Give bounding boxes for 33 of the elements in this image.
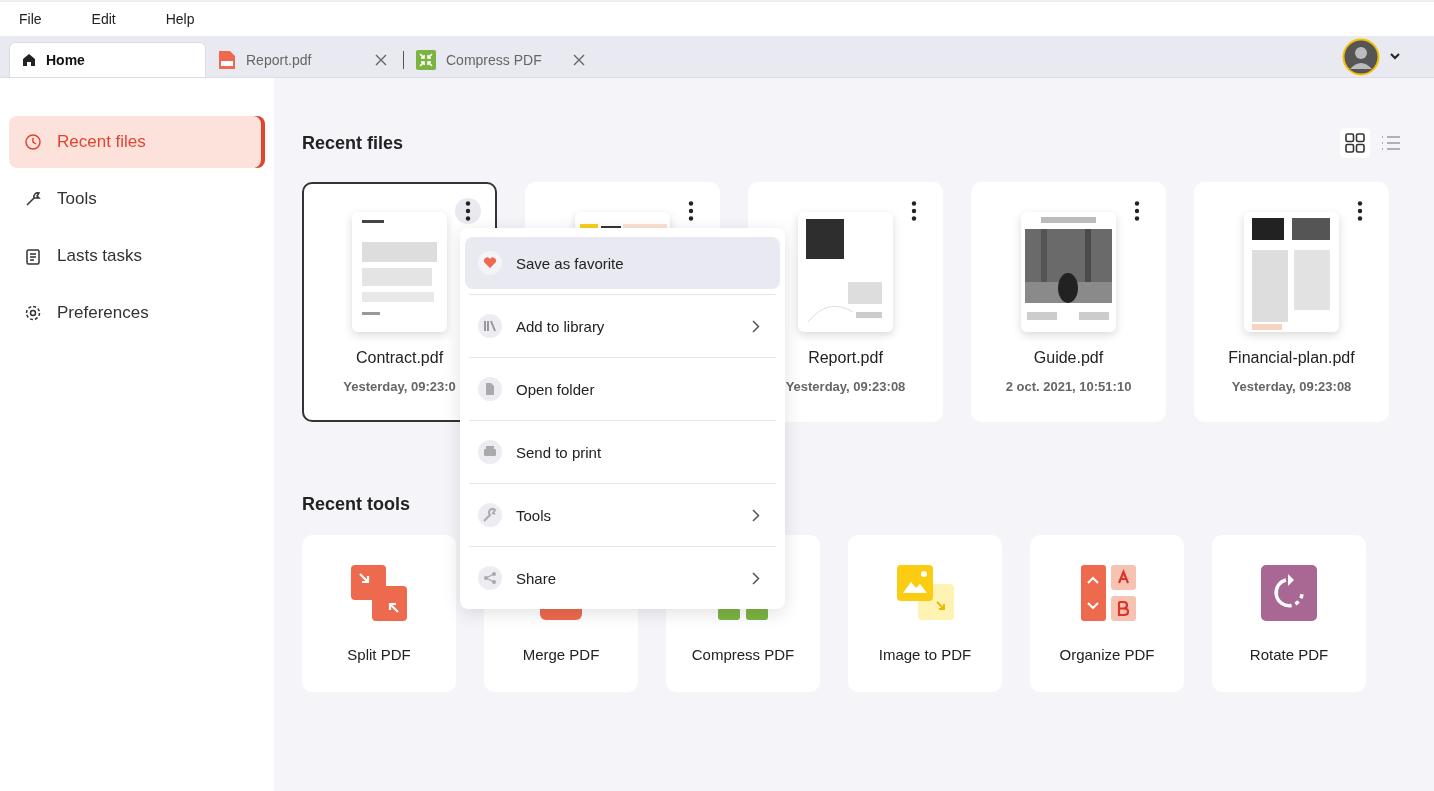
file-name: Financial-plan.pdf xyxy=(1228,349,1355,367)
section-title: Recent files xyxy=(302,132,404,154)
file-date: Yesterday, 09:23:08 xyxy=(1231,379,1352,394)
tool-label: Merge PDF xyxy=(522,646,600,663)
sidebar-item[interactable]: Tools xyxy=(9,173,265,225)
sidebar-item[interactable]: Lasts tasks xyxy=(9,230,265,282)
tool-card[interactable]: Split PDF xyxy=(302,535,456,692)
menu-item[interactable]: Help xyxy=(165,11,195,27)
tool-card[interactable]: Rotate PDF xyxy=(1212,535,1366,692)
file-name: Report.pdf xyxy=(808,349,883,367)
sidebar-item[interactable]: Preferences xyxy=(9,287,265,339)
menu-item[interactable]: Save as favorite xyxy=(465,237,780,289)
tool-label: Compress PDF xyxy=(691,646,795,663)
tool-label: Rotate PDF xyxy=(1249,646,1329,663)
tab[interactable]: Compress PDF xyxy=(404,42,601,77)
tab[interactable]: Report.pdf xyxy=(206,42,403,77)
tool-label: Organize PDF xyxy=(1059,646,1155,663)
file-date: Yesterday, 09:23:0 xyxy=(343,379,456,394)
tool-card[interactable]: Organize PDF xyxy=(1030,535,1184,692)
section-title: Recent tools xyxy=(302,494,411,515)
tool-label: Split PDF xyxy=(347,646,411,663)
menu-item[interactable]: Edit xyxy=(91,11,116,27)
tab[interactable]: Home xyxy=(9,42,206,77)
file-date: Yesterday, 09:23:08 xyxy=(785,379,906,394)
file-date: 2 oct. 2021, 10:51:10 xyxy=(1005,379,1132,394)
tool-label: Image to PDF xyxy=(878,646,972,663)
file-name: Guide.pdf xyxy=(1033,349,1104,367)
file-card[interactable]: Guide.pdf 2 oct. 2021, 10:51:10 xyxy=(971,182,1166,422)
menu-item[interactable]: Send to print xyxy=(465,426,780,478)
file-card[interactable]: Financial-plan.pdf Yesterday, 09:23:08 xyxy=(1194,182,1389,422)
file-name: Contract.pdf xyxy=(355,349,444,367)
menu-item[interactable]: File xyxy=(19,11,42,27)
tool-card[interactable]: Image to PDF xyxy=(848,535,1002,692)
